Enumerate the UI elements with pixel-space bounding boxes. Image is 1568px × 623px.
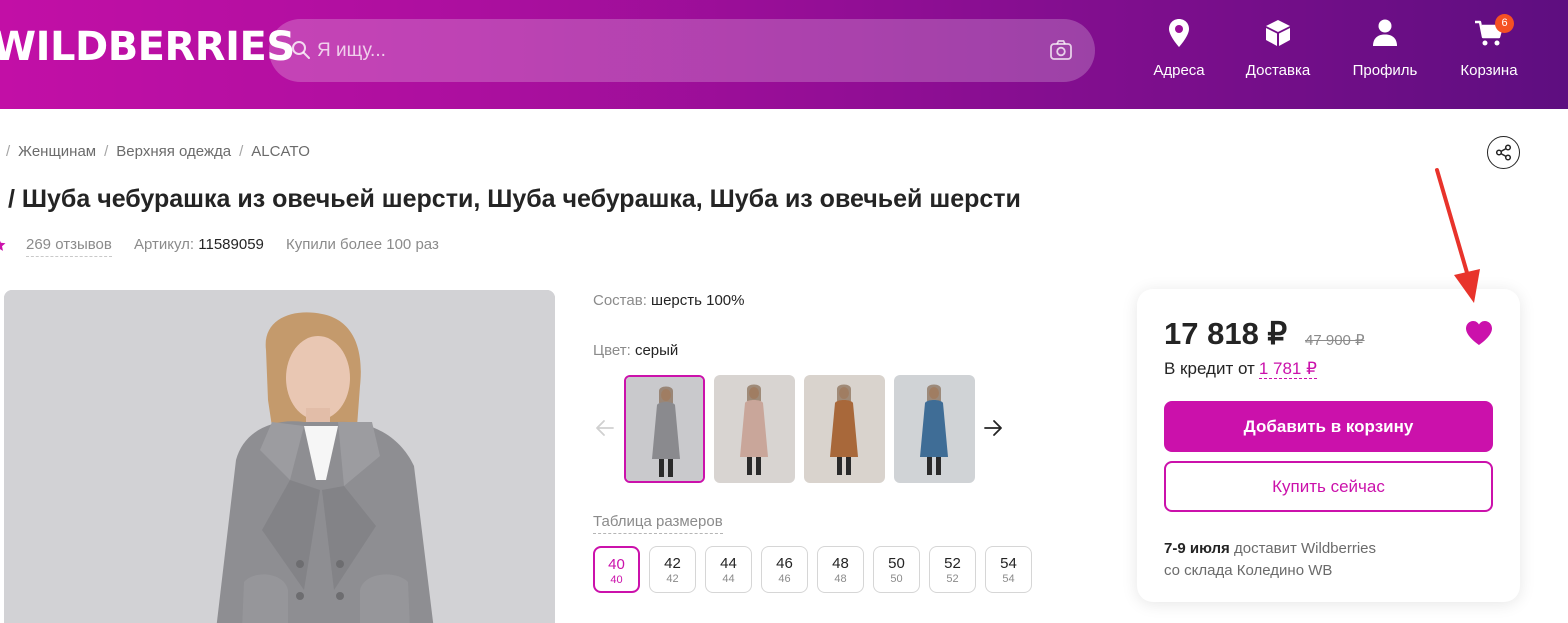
breadcrumb-outerwear[interactable]: Верхняя одежда	[116, 143, 231, 160]
thumbnail-image	[626, 377, 703, 481]
credit-label: В кредит от	[1164, 359, 1255, 378]
size-label: 52	[944, 555, 961, 572]
breadcrumb-brand[interactable]: ALCATO	[251, 143, 310, 160]
breadcrumb-women[interactable]: Женщинам	[18, 143, 96, 160]
credit-amount[interactable]: 1 781 ₽	[1258, 359, 1317, 379]
delivery-warehouse: со склада Коледино WB	[1164, 562, 1333, 579]
current-price: 17 818 ₽	[1164, 316, 1288, 351]
size-label: 46	[776, 555, 793, 572]
breadcrumb-separator: /	[6, 143, 11, 160]
size-option[interactable]: 48 48	[817, 546, 864, 593]
search-icon	[292, 41, 310, 59]
nav-label-cart: Корзина	[1460, 62, 1518, 79]
composition-value: шерсть 100%	[651, 292, 745, 309]
size-label: 54	[1000, 555, 1017, 572]
size-sublabel: 48	[834, 573, 847, 585]
camera-icon[interactable]	[1049, 39, 1073, 61]
size-option[interactable]: 44 44	[705, 546, 752, 593]
color-thumbnail-blue[interactable]	[894, 375, 975, 483]
size-sublabel: 42	[666, 573, 679, 585]
product-page: WILDBERRIES Адреса	[0, 0, 1568, 623]
size-sublabel: 40	[610, 574, 623, 586]
thumbnail-image	[894, 375, 975, 483]
user-icon	[1373, 19, 1397, 46]
composition: Состав: шерсть 100%	[593, 292, 744, 309]
color-thumbnail-beige[interactable]	[714, 375, 795, 483]
buy-now-button[interactable]: Купить сейчас	[1164, 461, 1493, 512]
nav-profile[interactable]: Профиль	[1340, 18, 1430, 88]
arrow-left-icon[interactable]	[595, 418, 615, 438]
size-option[interactable]: 50 50	[873, 546, 920, 593]
nav-label-profile: Профиль	[1352, 62, 1418, 79]
breadcrumb-separator: /	[239, 143, 244, 160]
color: Цвет: серый	[593, 342, 678, 359]
arrow-right-icon[interactable]	[983, 418, 1003, 438]
bought-count: Купили более 100 раз	[286, 236, 439, 253]
thumbnail-image	[804, 375, 885, 483]
logo[interactable]: WILDBERRIES	[0, 24, 295, 70]
composition-label: Состав:	[593, 292, 647, 309]
reviews-link[interactable]: 269 отзывов	[26, 236, 112, 257]
color-thumbnail-brown[interactable]	[804, 375, 885, 483]
size-sublabel: 50	[890, 573, 903, 585]
size-option[interactable]: 52 52	[929, 546, 976, 593]
thumbnail-image	[714, 375, 795, 483]
delivery-text: доставит Wildberries	[1233, 540, 1377, 557]
search-input[interactable]	[317, 31, 1017, 71]
size-option[interactable]: 42 42	[649, 546, 696, 593]
nav-addresses[interactable]: Адреса	[1134, 18, 1224, 88]
location-pin-icon	[1169, 19, 1189, 47]
favorite-heart-icon[interactable]	[1465, 320, 1493, 346]
color-value: серый	[634, 342, 679, 359]
article-number: Артикул: 11589059	[134, 236, 264, 253]
size-table-link[interactable]: Таблица размеров	[593, 513, 723, 534]
size-label: 42	[664, 555, 681, 572]
cart-badge: 6	[1495, 14, 1514, 33]
credit-info: В кредит от 1 781 ₽	[1164, 359, 1317, 379]
delivery-date: 7-9 июля	[1164, 540, 1230, 557]
article-label: Артикул:	[134, 236, 195, 253]
nav-delivery[interactable]: Доставка	[1233, 18, 1323, 88]
share-button[interactable]	[1487, 136, 1520, 169]
search-bar[interactable]	[269, 19, 1095, 82]
size-label: 50	[888, 555, 905, 572]
size-option[interactable]: 46 46	[761, 546, 808, 593]
nav-label-addresses: Адреса	[1153, 62, 1205, 79]
size-label: 40	[608, 556, 625, 573]
size-sublabel: 46	[778, 573, 791, 585]
product-title: / Шуба чебурашка из овечьей шерсти, Шуба…	[8, 185, 1021, 213]
annotation-arrow-icon	[1435, 168, 1480, 303]
header: WILDBERRIES Адреса	[0, 0, 1568, 109]
color-thumbnail-gray[interactable]	[624, 375, 705, 483]
article-value: 11589059	[198, 236, 264, 253]
star-icon	[0, 240, 6, 251]
product-photo-illustration	[4, 290, 555, 623]
price-card: 17 818 ₽ 47 900 ₽ В кредит от 1 781 ₽ Доб…	[1137, 289, 1520, 602]
size-label: 44	[720, 555, 737, 572]
nav-label-delivery: Доставка	[1245, 62, 1311, 79]
delivery-info: 7-9 июля доставит Wildberries со склада …	[1164, 538, 1376, 582]
color-label: Цвет:	[593, 342, 631, 359]
size-sublabel: 44	[722, 573, 735, 585]
share-icon	[1495, 144, 1512, 161]
size-sublabel: 52	[946, 573, 959, 585]
size-option[interactable]: 54 54	[985, 546, 1032, 593]
add-to-cart-button[interactable]: Добавить в корзину	[1164, 401, 1493, 452]
product-main-image[interactable]	[4, 290, 555, 623]
nav-cart[interactable]: 6 Корзина	[1444, 14, 1534, 88]
size-sublabel: 54	[1002, 573, 1015, 585]
breadcrumb: / Женщинам / Верхняя одежда / ALCATO	[6, 143, 318, 160]
size-option[interactable]: 40 40	[593, 546, 640, 593]
old-price: 47 900 ₽	[1305, 332, 1365, 349]
box-icon	[1266, 20, 1290, 46]
breadcrumb-separator: /	[104, 143, 109, 160]
size-label: 48	[832, 555, 849, 572]
